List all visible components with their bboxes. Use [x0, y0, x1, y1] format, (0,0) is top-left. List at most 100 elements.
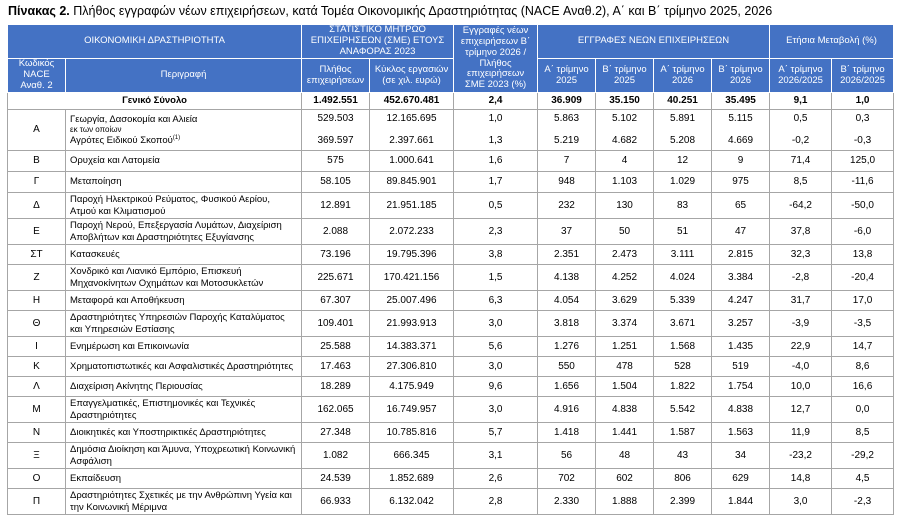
row-count: 73.196: [301, 244, 371, 265]
row-ch-q2: -20,4: [831, 264, 895, 291]
row-ratio: 0,5: [453, 192, 539, 219]
row-q2-2026: 65: [711, 192, 771, 219]
total-label: Γενικό Σύνολο: [6, 92, 303, 110]
ratio-header: Εγγραφές νέων επιχειρήσεων Β΄ τρίμηνο 20…: [453, 24, 539, 93]
row-q2-2025: 3.629: [595, 290, 655, 311]
row-code: Ξ: [7, 442, 66, 469]
row-q1-2026: 83: [653, 192, 713, 219]
row-q2-2026: 2.815: [711, 244, 771, 265]
section-line2-wrap: Αγρότες Ειδικού Σκοπού(1): [70, 135, 297, 147]
table-row: Π Δραστηριότητες Σχετικές με την Ανθρώπιν…: [7, 488, 895, 515]
table-row: Λ Διαχείριση Ακίνητης Περιουσίας 18.289 4.1…: [7, 376, 895, 397]
row-ch-q1: -4,0: [769, 356, 833, 377]
row-code: Γ: [7, 171, 66, 193]
table-row: Μ Επαγγελματικές, Επιστημονικές και Τεχνι…: [7, 396, 895, 423]
row-description: Εκπαίδευση: [64, 468, 303, 489]
description-header: Περιγραφή: [64, 58, 303, 93]
row-q1-2026: 3.111: [653, 244, 713, 265]
row-description: Χονδρικό και Λιανικό Εμπόριο, Επισκευή Μ…: [64, 264, 303, 291]
row-q1-2026: 1.568: [653, 336, 713, 357]
row-q2-2025: 1.504: [595, 376, 655, 397]
row-count: 2.088: [301, 218, 371, 245]
row-description: Δραστηριότητες Υπηρεσιών Παροχής Καταλύμ…: [64, 310, 303, 337]
section-turnover: 12.165.695 2.397.661: [369, 109, 455, 151]
row-ch-q2: 4,5: [831, 468, 895, 489]
row-turnover: 14.383.371: [369, 336, 455, 357]
row-ch-q2: 125,0: [831, 150, 895, 172]
row-count: 24.539: [301, 468, 371, 489]
row-q2-2025: 50: [595, 218, 655, 245]
row-q2-2026: 1.754: [711, 376, 771, 397]
row-q1-2026: 5.542: [653, 396, 713, 423]
row-turnover: 6.132.042: [369, 488, 455, 515]
row-ch-q2: -50,0: [831, 192, 895, 219]
section-line2: Αγρότες Ειδικού Σκοπού: [70, 134, 173, 146]
row-count: 66.933: [301, 488, 371, 515]
row-q1-2025: 37: [537, 218, 597, 245]
table-caption: Πλήθος εγγραφών νέων επιχειρήσεων, κατά …: [69, 4, 773, 18]
row-ch-q2: -3,5: [831, 310, 895, 337]
q1-2025-header: Α΄ τρίμηνο 2025: [537, 58, 597, 93]
row-ch-q1: 14,8: [769, 468, 833, 489]
value-r2: 4.669: [728, 135, 754, 146]
row-ch-q2: 14,7: [831, 336, 895, 357]
value-r2: 5.208: [670, 135, 696, 146]
row-code: Η: [7, 290, 66, 311]
row-ratio: 3,0: [453, 396, 539, 423]
table-row: Κ Χρηματοπιστωτικές και Ασφαλιστικές Δρασ…: [7, 356, 895, 377]
row-q2-2026: 1.435: [711, 336, 771, 357]
row-code: Β: [7, 150, 66, 172]
row-count: 162.065: [301, 396, 371, 423]
q2-2026-header: Β΄ τρίμηνο 2026: [711, 58, 771, 93]
row-ratio: 2,8: [453, 488, 539, 515]
row-q2-2025: 130: [595, 192, 655, 219]
row-ch-q1: 32,3: [769, 244, 833, 265]
table-row: Η Μεταφορά και Αποθήκευση 67.307 25.007.496…: [7, 290, 895, 311]
row-description: Παροχή Ηλεκτρικού Ρεύματος, Φυσικού Αερί…: [64, 192, 303, 219]
row-ch-q2: -11,6: [831, 171, 895, 193]
row-turnover: 21.993.913: [369, 310, 455, 337]
row-q2-2025: 4.252: [595, 264, 655, 291]
row-q2-2025: 2.473: [595, 244, 655, 265]
row-description: Ενημέρωση και Επικοινωνία: [64, 336, 303, 357]
section-code: Α: [7, 109, 66, 151]
row-q1-2025: 4.138: [537, 264, 597, 291]
row-ch-q2: 8,6: [831, 356, 895, 377]
section-description: Γεωργία, Δασοκομία και Αλιεία εκ των οπο…: [64, 109, 303, 151]
row-turnover: 25.007.496: [369, 290, 455, 311]
row-code: Ε: [7, 218, 66, 245]
row-q1-2026: 3.671: [653, 310, 713, 337]
row-q1-2026: 43: [653, 442, 713, 469]
row-code: Ζ: [7, 264, 66, 291]
row-ratio: 1,7: [453, 171, 539, 193]
row-q2-2025: 4: [595, 150, 655, 172]
value-r1: 12.165.695: [386, 113, 437, 124]
row-count: 17.463: [301, 356, 371, 377]
row-ch-q1: 10,0: [769, 376, 833, 397]
section-sub-label: εκ των οποίων: [70, 125, 122, 135]
row-q1-2025: 948: [537, 171, 597, 193]
row-ch-q1: -64,2: [769, 192, 833, 219]
row-turnover: 16.749.957: [369, 396, 455, 423]
row-q1-2026: 1.587: [653, 422, 713, 443]
row-q1-2025: 7: [537, 150, 597, 172]
row-description: Μεταποίηση: [64, 171, 303, 193]
table-row: Ζ Χονδρικό και Λιανικό Εμπόριο, Επισκευή …: [7, 264, 895, 291]
value-r1: 5.115: [728, 113, 753, 124]
row-q1-2026: 12: [653, 150, 713, 172]
row-code: Ο: [7, 468, 66, 489]
row-count: 1.082: [301, 442, 371, 469]
row-q1-2025: 3.818: [537, 310, 597, 337]
q2-2025-header: Β΄ τρίμηνο 2025: [595, 58, 655, 93]
row-q2-2025: 1.888: [595, 488, 655, 515]
row-description: Μεταφορά και Αποθήκευση: [64, 290, 303, 311]
total-change-q2: 1,0: [831, 92, 895, 110]
row-description: Ορυχεία και Λατομεία: [64, 150, 303, 172]
table-row: Ι Ενημέρωση και Επικοινωνία 25.588 14.383.3…: [7, 336, 895, 357]
row-count: 27.348: [301, 422, 371, 443]
row-turnover: 4.175.949: [369, 376, 455, 397]
total-row: Γενικό Σύνολο 1.492.551 452.670.481 2,4 …: [6, 92, 895, 110]
row-description: Κατασκευές: [64, 244, 303, 265]
footnote-marker: (1): [172, 134, 181, 141]
row-turnover: 1.000.641: [369, 150, 455, 172]
